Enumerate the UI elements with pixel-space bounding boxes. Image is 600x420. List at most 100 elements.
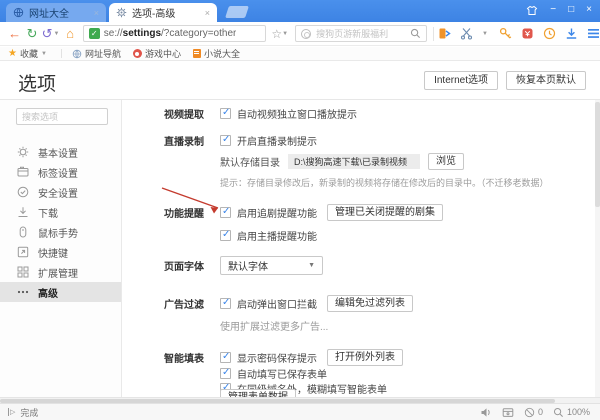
bookmark-item-nav[interactable]: 网址导航 <box>72 47 121 60</box>
edit-filter-whitelist-button[interactable]: 编辑免过滤列表 <box>327 294 413 312</box>
open-exception-list-button[interactable]: 打开例外列表 <box>327 348 403 366</box>
manage-form-data-button[interactable]: 管理表单数据 <box>220 388 296 397</box>
key-icon[interactable] <box>499 27 512 40</box>
new-tab-button[interactable] <box>225 6 249 18</box>
vertical-scrollbar-thumb[interactable] <box>595 102 600 207</box>
favorites-caret-icon: ▼ <box>40 50 47 57</box>
shortcut-key-icon <box>17 246 29 258</box>
more-ad-filter-link[interactable]: 使用扩展过滤更多广告... <box>220 318 328 333</box>
ellipsis-icon <box>17 286 29 298</box>
chevron-down-icon: ▼ <box>308 261 315 269</box>
bookmark-star-icon[interactable]: ☆ <box>271 27 282 41</box>
section-label: 广告过滤 <box>164 299 204 311</box>
font-select[interactable]: 默认字体 ▼ <box>220 255 323 275</box>
vertical-scrollbar[interactable] <box>595 100 600 397</box>
restore-defaults-button[interactable]: 恢复本页默认 <box>506 71 586 90</box>
sidebar-item-shortcuts[interactable]: 快捷键 <box>0 242 121 262</box>
search-box[interactable] <box>295 25 428 42</box>
sidebar-item-security[interactable]: 安全设置 <box>0 182 121 202</box>
section-label: 功能提醒 <box>164 208 204 220</box>
refresh-button[interactable]: ↻ <box>23 23 40 45</box>
clock-icon[interactable] <box>543 27 556 40</box>
home-button[interactable]: ⌂ <box>61 23 78 45</box>
block-shield-icon <box>524 407 535 418</box>
login-panel-icon[interactable] <box>438 27 451 40</box>
tab-label: 选项-高级 <box>132 9 176 20</box>
ad-block-counter[interactable]: 0 <box>524 407 543 418</box>
sidebar-expand-icon[interactable]: ▷ <box>8 408 15 416</box>
section-label: 智能填表 <box>164 353 204 365</box>
skin-icon[interactable] <box>526 5 538 16</box>
security-box-icon[interactable] <box>502 407 514 418</box>
sidebar-item-advanced[interactable]: 高级 <box>0 282 121 302</box>
checkbox-drama-remind[interactable] <box>220 206 231 218</box>
search-input[interactable] <box>316 28 406 39</box>
sidebar-item-basic[interactable]: 基本设置 <box>0 142 121 162</box>
tab-close-icon[interactable]: × <box>94 8 99 18</box>
screenshot-dropdown-caret[interactable]: ▼ <box>482 31 488 37</box>
zoom-control[interactable]: 100% <box>553 407 590 418</box>
globe-icon <box>72 49 82 59</box>
history-button[interactable]: ↺ <box>41 23 54 45</box>
favorites-menu[interactable]: ★ 收藏 ▼ <box>8 47 49 60</box>
browse-button[interactable]: 浏览 <box>428 152 464 170</box>
internet-options-button[interactable]: Internet选项 <box>424 71 498 90</box>
bookmark-item-novels[interactable]: 小说大全 <box>192 47 240 60</box>
bookmark-dropdown-caret[interactable]: ▼ <box>282 31 288 37</box>
tab-close-icon[interactable]: × <box>205 8 210 18</box>
sidebar-item-extensions[interactable]: 扩展管理 <box>0 262 121 282</box>
novel-book-icon <box>192 49 201 58</box>
checkbox-popup-block[interactable] <box>220 297 231 309</box>
tab-bar: 网址大全 × 选项-高级 × − □ × <box>0 0 600 22</box>
manage-closed-reminds-button[interactable]: 管理已关闭提醒的剧集 <box>327 203 443 221</box>
checkbox-autofill-forms[interactable] <box>220 367 231 379</box>
zoom-magnifier-icon <box>553 407 564 418</box>
setting-row-storage-dir: 默认存储目录 浏览 <box>220 152 592 170</box>
zoom-level: 100% <box>566 407 590 417</box>
screenshot-scissors-icon[interactable] <box>460 27 473 40</box>
close-button[interactable]: × <box>586 4 592 16</box>
download-arrow-icon <box>17 206 29 218</box>
maximize-button[interactable]: □ <box>568 4 574 16</box>
setting-row-page-font: 页面字体 默认字体 ▼ <box>164 255 592 275</box>
setting-row-video-extract: 视频提取 自动视频独立窗口播放提示 <box>164 104 592 122</box>
menu-icon[interactable] <box>587 28 600 39</box>
checkbox-auto-video-popup[interactable] <box>220 107 231 119</box>
sidebar-item-tabs[interactable]: 标签设置 <box>0 162 121 182</box>
game-center-icon <box>132 49 142 58</box>
status-bar: ▷ 完成 0 100% <box>0 403 600 420</box>
tab-label: 网址大全 <box>29 9 69 20</box>
star-icon: ★ <box>8 48 17 59</box>
checkbox-anchor-remind[interactable] <box>220 229 231 241</box>
promotion-icon[interactable] <box>521 27 534 40</box>
section-label: 直播录制 <box>164 136 204 148</box>
gear-icon <box>17 146 29 158</box>
settings-search-input[interactable] <box>16 108 108 125</box>
download-icon[interactable] <box>565 27 578 40</box>
checkbox-password-save-tip[interactable] <box>220 351 231 363</box>
sidebar-item-mouse-gesture[interactable]: 鼠标手势 <box>0 222 121 242</box>
tab-settings[interactable]: 选项-高级 × <box>109 3 217 22</box>
status-text: 完成 <box>20 407 39 418</box>
globe-icon <box>13 7 24 18</box>
setting-row-anchor-remind: 启用主播提醒功能 <box>220 226 592 244</box>
browser-window: 网址大全 × 选项-高级 × − □ × ← ↻ ↺ ▼ ⌂ ✓ se://se… <box>0 0 600 420</box>
address-bar[interactable]: ✓ se://settings/?category=other <box>82 25 267 42</box>
history-dropdown-caret[interactable]: ▼ <box>53 31 59 37</box>
ad-filter-more: 使用扩展过滤更多广告... <box>220 316 592 334</box>
sidebar-item-download[interactable]: 下载 <box>0 202 121 222</box>
secure-shield-icon[interactable]: ✓ <box>88 28 100 39</box>
shield-check-icon <box>17 186 29 198</box>
navigation-toolbar: ← ↻ ↺ ▼ ⌂ ✓ se://settings/?category=othe… <box>0 22 600 46</box>
setting-row-feature-remind: 功能提醒 启用追剧提醒功能 管理已关闭提醒的剧集 <box>164 203 592 221</box>
search-icon[interactable] <box>410 28 421 39</box>
checkbox-live-record-tip[interactable] <box>220 134 231 146</box>
minimize-button[interactable]: − <box>550 4 556 16</box>
settings-panel: 视频提取 自动视频独立窗口播放提示 直播录制 开启直播录制提示 默认存储目录 浏… <box>122 100 600 397</box>
speaker-icon[interactable] <box>480 407 492 418</box>
storage-dir-input[interactable] <box>288 153 420 169</box>
setting-row-live-record: 直播录制 开启直播录制提示 <box>164 131 592 149</box>
tab-home[interactable]: 网址大全 × <box>6 3 106 22</box>
bookmark-item-games[interactable]: 游戏中心 <box>132 47 181 60</box>
back-button[interactable]: ← <box>6 23 23 45</box>
